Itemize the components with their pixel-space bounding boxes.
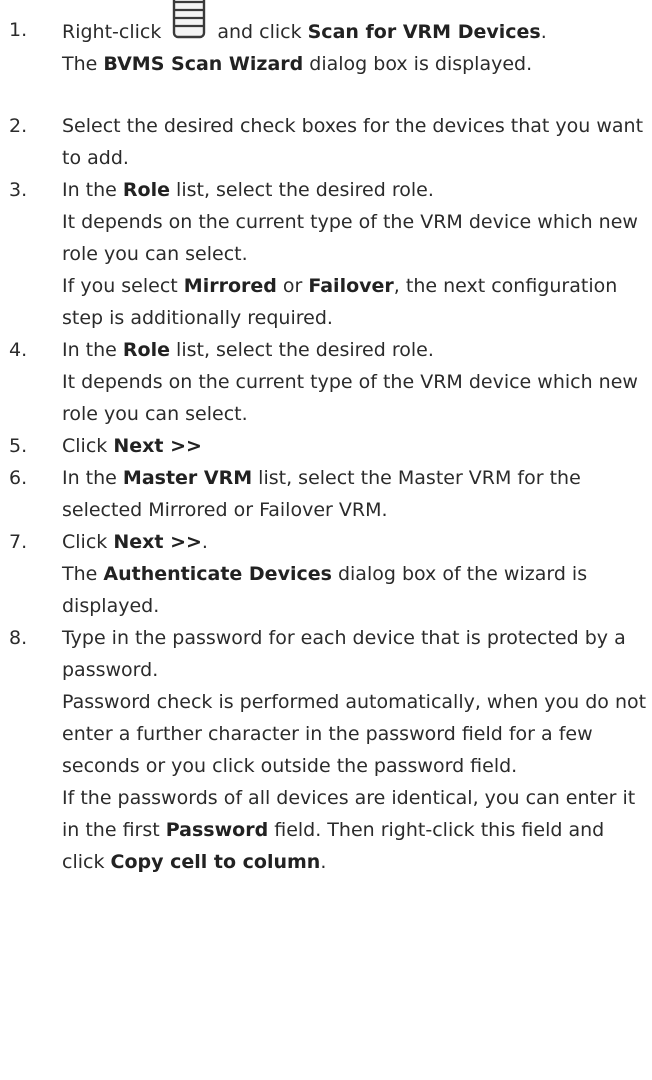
step-body: Right-click and click Scan for VRM Devic…	[62, 0, 648, 80]
step-line: Click Next >>.	[62, 531, 208, 553]
step-line: In the Role list, select the desired rol…	[62, 339, 434, 361]
step-line: It depends on the current type of the VR…	[62, 211, 638, 265]
step-line: In the Role list, select the desired rol…	[62, 179, 434, 201]
step-number: 8.	[9, 627, 28, 649]
step-line: The BVMS Scan Wizard dialog box is displ…	[62, 53, 533, 75]
step-body: In the Role list, select the desired rol…	[62, 334, 648, 430]
step-line: It depends on the current type of the VR…	[62, 371, 638, 425]
step-line: In the Master VRM list, select the Maste…	[62, 467, 581, 521]
step-line: Select the desired check boxes for the d…	[62, 115, 644, 169]
step-number: 7.	[9, 531, 28, 553]
vrm-server-icon	[171, 0, 207, 39]
step-body: Type in the password for each device tha…	[62, 622, 648, 878]
step-body: Click Next >>	[62, 430, 648, 462]
step-number: 6.	[9, 467, 28, 489]
step-body: In the Master VRM list, select the Maste…	[62, 462, 648, 526]
step-number: 5.	[9, 435, 28, 457]
step-number: 3.	[9, 179, 28, 201]
step-number: 1.	[9, 19, 28, 41]
step-line: If you select Mirrored or Failover, the …	[62, 275, 618, 329]
step-body: In the Role list, select the desired rol…	[62, 174, 648, 334]
instruction-page: 1. Right-click and click Scan for VRM De…	[0, 0, 652, 1080]
step-line: Type in the password for each device tha…	[62, 627, 626, 681]
step-number: 4.	[9, 339, 28, 361]
step-line: Right-click and click Scan for VRM Devic…	[62, 0, 648, 48]
step-line: If the passwords of all devices are iden…	[62, 787, 636, 873]
step-line: Click Next >>	[62, 435, 202, 457]
step-line: The Authenticate Devices dialog box of t…	[62, 563, 588, 617]
step-line: Password check is performed automaticall…	[62, 691, 647, 777]
step-body: Click Next >>. The Authenticate Devices …	[62, 526, 648, 622]
step-number: 2.	[9, 115, 28, 137]
step-body: Select the desired check boxes for the d…	[62, 110, 648, 174]
